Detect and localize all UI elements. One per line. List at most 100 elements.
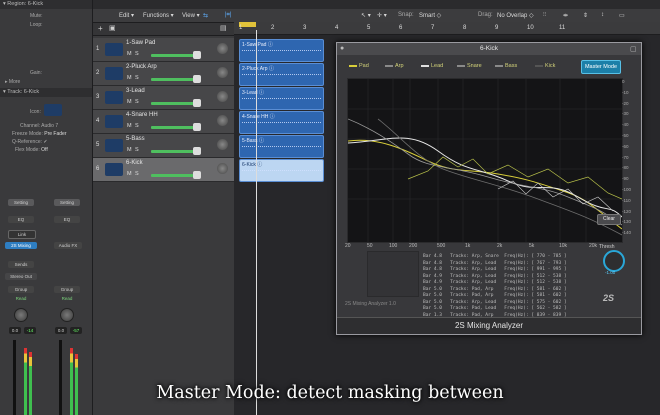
drag-select[interactable]: No Overlap ◇ bbox=[497, 12, 534, 19]
more-disclosure[interactable]: ▸ More bbox=[5, 79, 20, 85]
solo-button[interactable]: S bbox=[135, 147, 139, 153]
freeze-mode-row[interactable]: Freeze Mode: Pre Fader bbox=[12, 131, 66, 137]
volume-fader-left[interactable] bbox=[13, 340, 16, 415]
track-pan-knob[interactable] bbox=[217, 115, 228, 126]
setting-button-left[interactable]: Setting bbox=[8, 199, 34, 206]
legend-item-lead[interactable]: Lead bbox=[421, 63, 443, 69]
solo-button[interactable]: S bbox=[135, 75, 139, 81]
track-volume-handle[interactable] bbox=[193, 147, 201, 155]
output-stereo-out[interactable]: Stereo Out bbox=[5, 273, 37, 280]
track-name[interactable]: 3-Lead bbox=[126, 88, 145, 94]
link-button-left[interactable]: Link bbox=[8, 230, 36, 239]
automation-icon[interactable]: ↕ bbox=[601, 12, 604, 18]
masking-report-list[interactable]: Bar 4.8 Tracks: Arp, Snare Freq(Hz): [ 7… bbox=[423, 254, 567, 326]
plugin-slot-2s-mixing[interactable]: 2S Mixing bbox=[5, 242, 37, 249]
track-header-4[interactable]: 4 4-Snare HH M S bbox=[93, 110, 234, 134]
sends-slot[interactable]: Sends bbox=[8, 261, 34, 268]
masking-report-line[interactable]: Bar 4.9 Tracks: Arp, Lead Freq(Hz): [ 51… bbox=[423, 280, 567, 287]
masking-report-line[interactable]: Bar 4.8 Tracks: Arp, Lead Freq(Hz): [ 99… bbox=[423, 267, 567, 274]
track-options-icon[interactable]: ▣ bbox=[109, 24, 116, 32]
edit-menu[interactable]: Edit ▾ bbox=[119, 12, 134, 19]
track-header-2[interactable]: 2 2-Pluck Arp M S bbox=[93, 62, 234, 86]
add-track-icon[interactable]: + bbox=[98, 24, 103, 33]
mute-button[interactable]: M bbox=[127, 171, 132, 177]
marquee-icon[interactable]: ▭ bbox=[619, 12, 625, 19]
masking-report-line[interactable]: Bar 5.0 Tracks: Pad, Lead Freq(Hz): [ 56… bbox=[423, 306, 567, 313]
mute-button[interactable]: M bbox=[127, 123, 132, 129]
track-name[interactable]: 2-Pluck Arp bbox=[126, 64, 157, 70]
legend-item-kick[interactable]: Kick bbox=[535, 63, 555, 69]
solo-button[interactable]: S bbox=[135, 51, 139, 57]
track-pan-knob[interactable] bbox=[217, 91, 228, 102]
track-inspector-header[interactable]: ▾ Track: 6-Kick bbox=[0, 88, 92, 97]
group-slot-left[interactable]: Group bbox=[8, 286, 34, 293]
automation-read-right[interactable]: Read bbox=[54, 295, 80, 302]
audio-region-2[interactable]: 2-Pluck Arp ⓘ bbox=[239, 63, 324, 86]
track-volume-handle[interactable] bbox=[193, 171, 201, 179]
q-reference-row[interactable]: Q-Reference: ✓ bbox=[12, 139, 48, 145]
track-volume-handle[interactable] bbox=[193, 99, 201, 107]
track-header-3[interactable]: 3 3-Lead M S bbox=[93, 86, 234, 110]
automation-read-left[interactable]: Read bbox=[8, 295, 34, 302]
track-pan-knob[interactable] bbox=[217, 43, 228, 54]
zoom-vertical-icon[interactable]: ⇕ bbox=[583, 12, 588, 19]
audio-region-4[interactable]: 4-Snare HH ⓘ bbox=[239, 111, 324, 134]
legend-item-pad[interactable]: Pad bbox=[349, 63, 369, 69]
track-name[interactable]: 6-Kick bbox=[126, 160, 143, 166]
plugin-window-title[interactable]: 6-Kick bbox=[337, 43, 641, 55]
waveform-zoom-icon[interactable]: ⫶⫶ bbox=[543, 12, 546, 19]
crosshair-tool-icon[interactable]: ✛ ▾ bbox=[377, 12, 387, 19]
track-volume-handle[interactable] bbox=[193, 123, 201, 131]
legend-item-arp[interactable]: Arp bbox=[385, 63, 404, 69]
flex-icon[interactable]: ⇆ bbox=[203, 12, 208, 19]
eq-button-right[interactable]: EQ bbox=[54, 216, 80, 223]
audio-region-1[interactable]: 1-Saw Pad ⓘ bbox=[239, 39, 324, 62]
track-volume-handle[interactable] bbox=[193, 75, 201, 83]
audio-region-6[interactable]: 6-Kick ⓘ bbox=[239, 159, 324, 182]
zoom-horizontal-icon[interactable]: ⇹ bbox=[563, 12, 568, 19]
solo-button[interactable]: S bbox=[135, 171, 139, 177]
track-pan-knob[interactable] bbox=[217, 163, 228, 174]
track-header-6[interactable]: 6 6-Kick M S bbox=[93, 158, 234, 182]
playhead[interactable] bbox=[256, 30, 257, 415]
audio-region-3[interactable]: 3-Lead ⓘ bbox=[239, 87, 324, 110]
spectrum-graph[interactable] bbox=[347, 78, 623, 243]
track-pan-knob[interactable] bbox=[217, 67, 228, 78]
track-name[interactable]: 5-Bass bbox=[126, 136, 145, 142]
track-header-1[interactable]: 1 1-Saw Pad M S bbox=[93, 38, 234, 62]
region-inspector-header[interactable]: ▾ Region: 6-Kick bbox=[0, 0, 92, 9]
catch-icon[interactable]: |⌗| bbox=[225, 12, 232, 19]
legend-item-snare[interactable]: Snare bbox=[457, 63, 482, 69]
snap-select[interactable]: Smart ◇ bbox=[419, 12, 441, 19]
group-slot-right[interactable]: Group bbox=[54, 286, 80, 293]
waveform-icon[interactable] bbox=[44, 104, 62, 116]
track-pan-knob[interactable] bbox=[217, 139, 228, 150]
mute-button[interactable]: M bbox=[127, 75, 132, 81]
functions-menu[interactable]: Functions ▾ bbox=[143, 12, 174, 19]
legend-item-bass[interactable]: Bass bbox=[495, 63, 517, 69]
track-volume-handle[interactable] bbox=[193, 51, 201, 59]
pan-knob-left[interactable] bbox=[14, 308, 28, 322]
setting-button-right[interactable]: Setting bbox=[54, 199, 80, 206]
pointer-tool-icon[interactable]: ↖ ▾ bbox=[361, 12, 371, 19]
threshold-knob[interactable] bbox=[603, 250, 625, 272]
track-header-5[interactable]: 5 5-Bass M S bbox=[93, 134, 234, 158]
eq-button-left[interactable]: EQ bbox=[8, 216, 34, 223]
mute-button[interactable]: M bbox=[127, 99, 132, 105]
mute-button[interactable]: M bbox=[127, 51, 132, 57]
view-menu[interactable]: View ▾ bbox=[182, 12, 200, 19]
clear-button[interactable]: Clear bbox=[597, 214, 621, 225]
window-resize-icon[interactable]: ▢ bbox=[630, 45, 637, 53]
global-tracks-icon[interactable]: ▤ bbox=[220, 24, 227, 32]
master-mode-button[interactable]: Master Mode bbox=[581, 60, 621, 74]
flex-mode-row[interactable]: Flex Mode: Off bbox=[15, 147, 48, 153]
solo-button[interactable]: S bbox=[135, 123, 139, 129]
mute-button[interactable]: M bbox=[127, 147, 132, 153]
timeline-ruler[interactable] bbox=[234, 22, 660, 35]
track-matrix[interactable] bbox=[367, 251, 419, 297]
volume-fader-right[interactable] bbox=[59, 340, 62, 415]
solo-button[interactable]: S bbox=[135, 99, 139, 105]
track-name[interactable]: 1-Saw Pad bbox=[126, 40, 155, 46]
masking-report-line[interactable]: Bar 5.0 Tracks: Pad, Arp Freq(Hz): [ 581… bbox=[423, 293, 567, 300]
close-icon[interactable]: ● bbox=[340, 45, 344, 52]
